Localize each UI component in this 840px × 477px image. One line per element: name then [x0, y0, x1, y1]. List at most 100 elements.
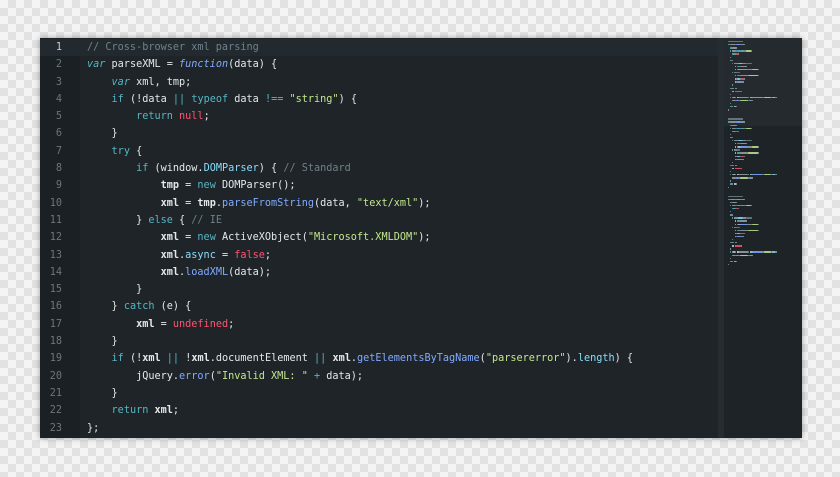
code-text[interactable]: } — [87, 385, 118, 402]
code-line[interactable]: 17 xml = undefined; — [40, 316, 718, 333]
code-line[interactable]: 4 if (!data || typeof data !== "string")… — [40, 91, 718, 108]
minimap-code-mark — [740, 245, 742, 247]
minimap[interactable] — [724, 38, 802, 438]
code-text[interactable]: // Cross-browser xml parsing — [87, 39, 259, 56]
code-line[interactable]: 2 var parseXML = function(data) { — [40, 56, 718, 73]
code-text[interactable]: tmp = new DOMParser(); — [87, 177, 296, 194]
code-token: .documentElement — [209, 353, 315, 365]
minimap-code-mark — [740, 143, 747, 145]
minimap-code-mark — [732, 130, 736, 133]
minimap-code-mark — [730, 257, 731, 259]
code-text[interactable]: xml.async = false; — [87, 247, 271, 264]
code-line[interactable]: 9 tmp = new DOMParser(); — [40, 177, 718, 194]
code-token: ); — [418, 197, 431, 209]
code-token: (! — [123, 353, 143, 365]
code-token: || — [314, 353, 327, 365]
code-token: (e) { — [154, 301, 192, 313]
minimap-code-mark — [740, 198, 746, 201]
minimap-code-mark — [738, 208, 739, 210]
code-token: } — [87, 387, 118, 399]
code-line[interactable]: 5 return null; — [40, 108, 718, 125]
minimap-code-mark — [732, 161, 733, 164]
code-area[interactable]: 1 // Cross-browser xml parsing 2 var parseX… — [40, 39, 718, 437]
code-text[interactable]: xml = undefined; — [87, 316, 234, 333]
code-text[interactable]: } — [87, 281, 142, 298]
code-token: ) { — [614, 353, 634, 365]
line-number: 19 — [49, 353, 62, 365]
minimap-code-mark — [732, 90, 735, 92]
code-text[interactable]: var xml, tmp; — [87, 74, 192, 91]
code-line[interactable]: 21 } — [40, 385, 718, 402]
code-token: ; — [203, 111, 210, 123]
code-text[interactable]: xml = new ActiveXObject("Microsoft.XMLDO… — [87, 229, 431, 246]
minimap-code-mark — [739, 254, 748, 256]
code-text[interactable]: var parseXML = function(data) { — [87, 56, 277, 73]
minimap-code-mark — [734, 242, 738, 244]
code-line[interactable]: 8 if (window.DOMParser) { // Standard — [40, 160, 718, 177]
code-text[interactable]: if (!data || typeof data !== "string") { — [87, 91, 357, 108]
code-token: async — [185, 249, 216, 261]
code-token: = — [179, 180, 198, 192]
code-token: }; — [87, 422, 100, 434]
code-line[interactable]: 19 if (!xml || !xml.documentElement || x… — [40, 350, 718, 367]
code-token: jQuery. — [87, 370, 180, 382]
code-line[interactable]: 7 try { — [40, 143, 718, 160]
code-token: // Standard — [283, 163, 351, 175]
minimap-code-mark — [752, 174, 764, 176]
minimap-code-mark — [739, 174, 749, 176]
code-text[interactable]: xml = tmp.parseFromString(data, "text/xm… — [87, 195, 431, 212]
code-token: ; — [228, 318, 235, 330]
code-text[interactable]: } else { // IE — [87, 212, 222, 229]
code-text[interactable]: return null; — [87, 108, 210, 125]
code-token: (window. — [148, 163, 204, 175]
code-line[interactable]: 3 var xml, tmp; — [40, 74, 718, 91]
minimap-code-mark — [745, 217, 752, 219]
line-number: 11 — [49, 214, 62, 226]
code-text[interactable]: } — [87, 333, 118, 350]
code-token: = — [179, 197, 198, 209]
code-token: loadXML — [185, 266, 229, 278]
minimap-code-mark — [749, 177, 753, 179]
minimap-code-mark — [740, 65, 747, 68]
code-token: ; — [264, 249, 272, 261]
code-line[interactable]: 15 } — [40, 281, 718, 298]
code-text[interactable]: if (!xml || !xml.documentElement || xml.… — [87, 350, 634, 367]
code-line[interactable]: 22 return xml; — [40, 402, 718, 419]
code-line[interactable]: 12 xml = new ActiveXObject("Microsoft.XM… — [40, 229, 718, 246]
line-number: 18 — [49, 336, 62, 348]
code-text[interactable]: return xml; — [87, 402, 180, 419]
minimap-code-mark — [732, 245, 735, 247]
line-number: 17 — [49, 318, 62, 330]
minimap-code-mark — [730, 180, 731, 182]
code-line[interactable]: 16 } catch (e) { — [40, 298, 718, 315]
code-token: if — [111, 353, 124, 365]
minimap-code-mark — [739, 177, 748, 179]
code-token: xml — [191, 353, 210, 365]
minimap-code-mark — [740, 146, 749, 148]
code-text[interactable]: } catch (e) { — [87, 298, 192, 315]
code-text[interactable]: if (window.DOMParser) { // Standard — [87, 160, 351, 177]
code-text[interactable]: }; — [87, 420, 99, 437]
minimap-code-mark — [739, 251, 749, 253]
code-text[interactable]: xml.loadXML(data); — [87, 264, 271, 281]
code-line[interactable]: 1 // Cross-browser xml parsing — [40, 39, 718, 57]
code-editor[interactable]: 1 // Cross-browser xml parsing 2 var parseX… — [40, 38, 802, 438]
code-line[interactable]: 13 xml.async = false; — [40, 247, 718, 264]
code-line[interactable]: 18 } — [40, 333, 718, 350]
code-text[interactable]: } — [87, 125, 118, 142]
code-line[interactable]: 10 xml = tmp.parseFromString(data, "text… — [40, 195, 718, 212]
code-text[interactable]: jQuery.error("Invalid XML: " + data); — [87, 368, 363, 385]
code-token: "Invalid XML: " — [215, 370, 308, 382]
minimap-code-mark — [737, 149, 741, 151]
code-line[interactable]: 14 xml.loadXML(data); — [40, 264, 718, 281]
code-line[interactable]: 6 } — [40, 125, 718, 142]
code-line[interactable]: 11 } else { // IE — [40, 212, 718, 229]
code-line[interactable]: 23}; — [40, 420, 718, 437]
minimap-code-mark — [740, 220, 747, 222]
code-line[interactable]: 20 jQuery.error("Invalid XML: " + data); — [40, 368, 718, 385]
code-text[interactable]: try { — [87, 143, 143, 160]
